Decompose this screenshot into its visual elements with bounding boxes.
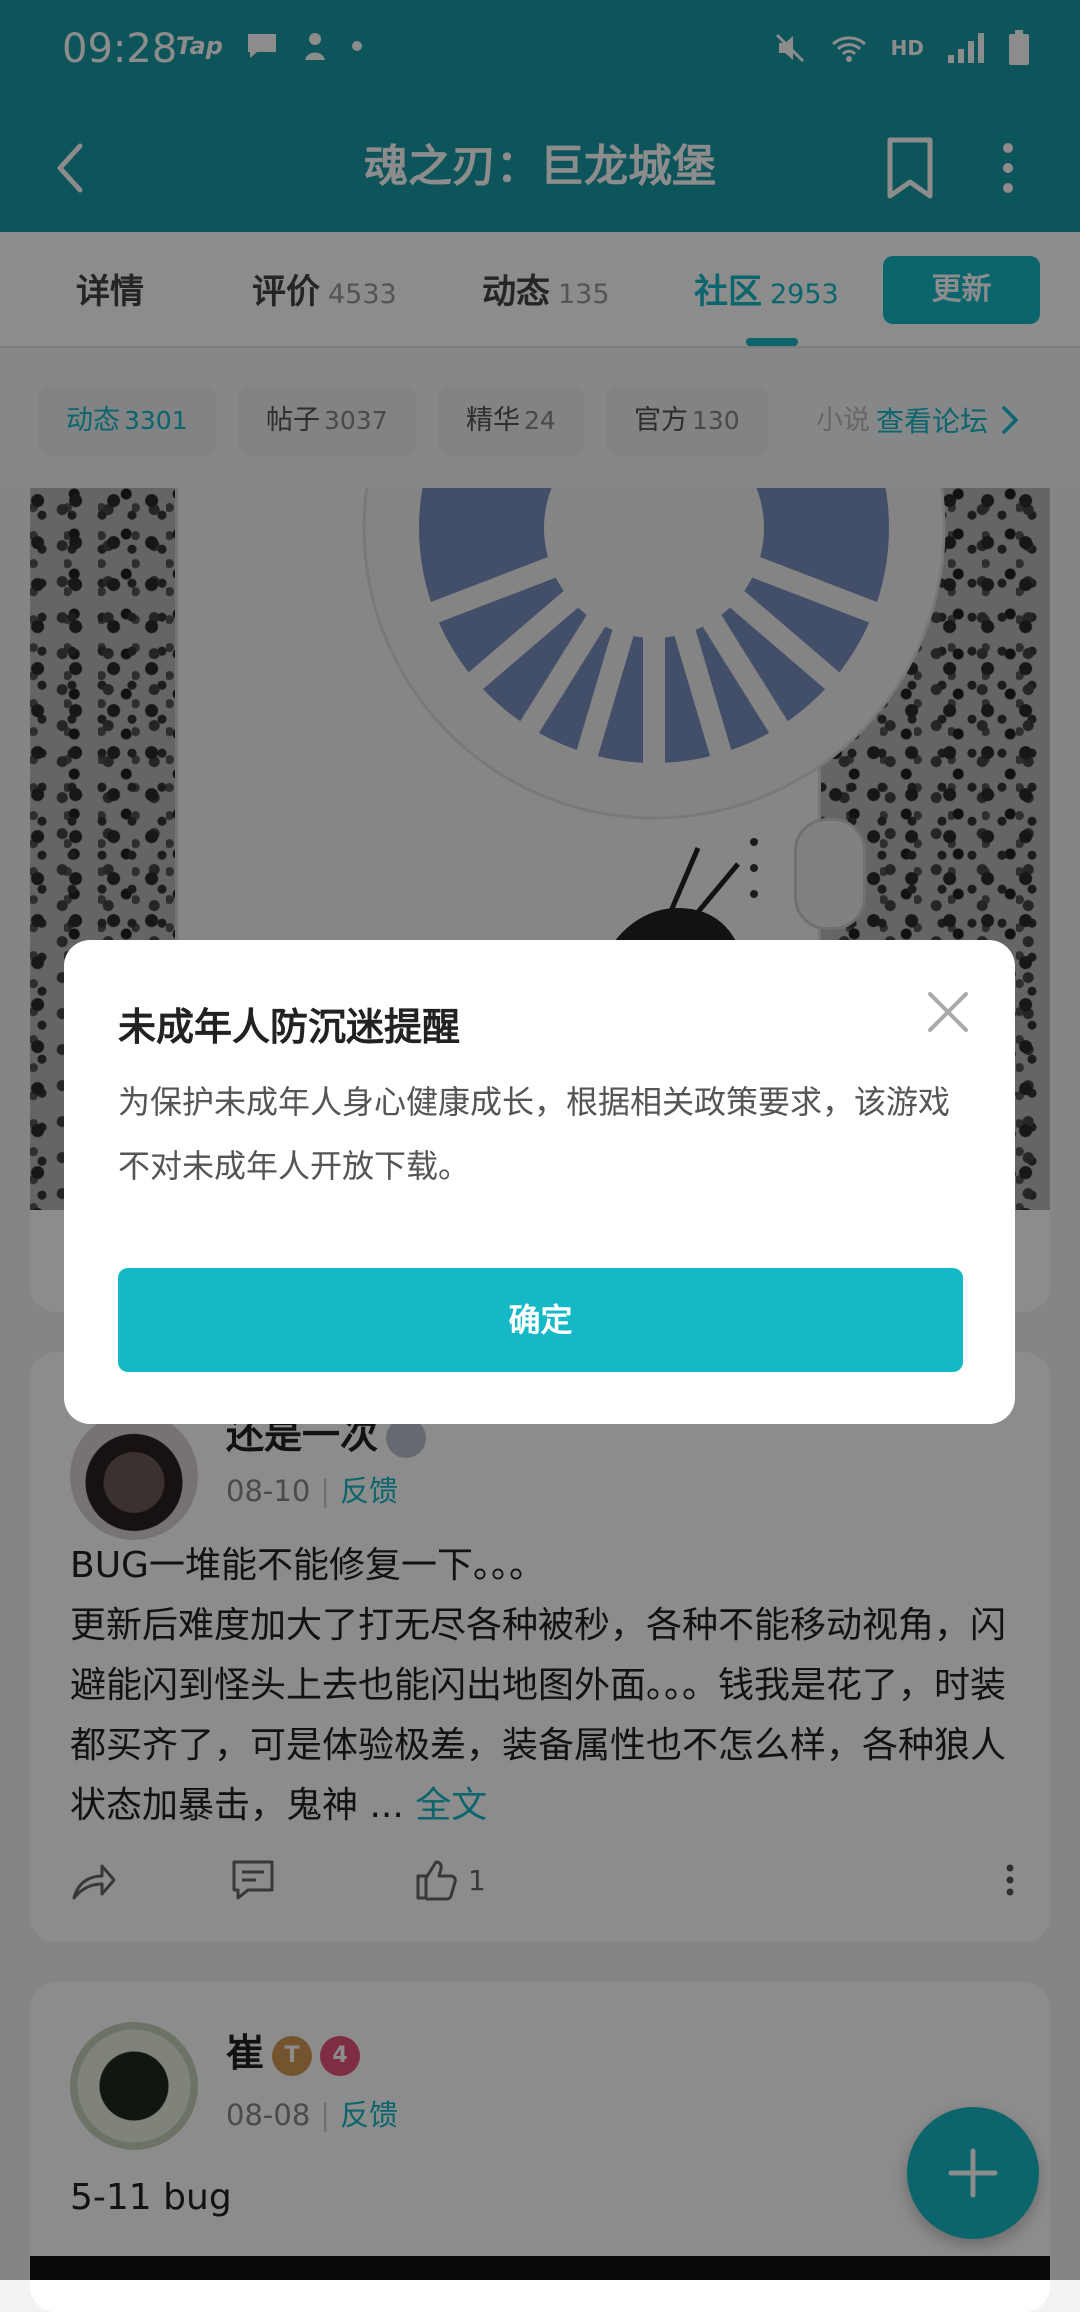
close-icon[interactable] [920, 984, 976, 1040]
confirm-button[interactable]: 确定 [118, 1268, 963, 1372]
anti-addiction-dialog: 未成年人防沉迷提醒 为保护未成年人身心健康成长，根据相关政策要求，该游戏不对未成… [64, 940, 1015, 1424]
dialog-message: 为保护未成年人身心健康成长，根据相关政策要求，该游戏不对未成年人开放下载。 [118, 1083, 951, 1185]
dialog-title: 未成年人防沉迷提醒 [118, 1005, 461, 1049]
